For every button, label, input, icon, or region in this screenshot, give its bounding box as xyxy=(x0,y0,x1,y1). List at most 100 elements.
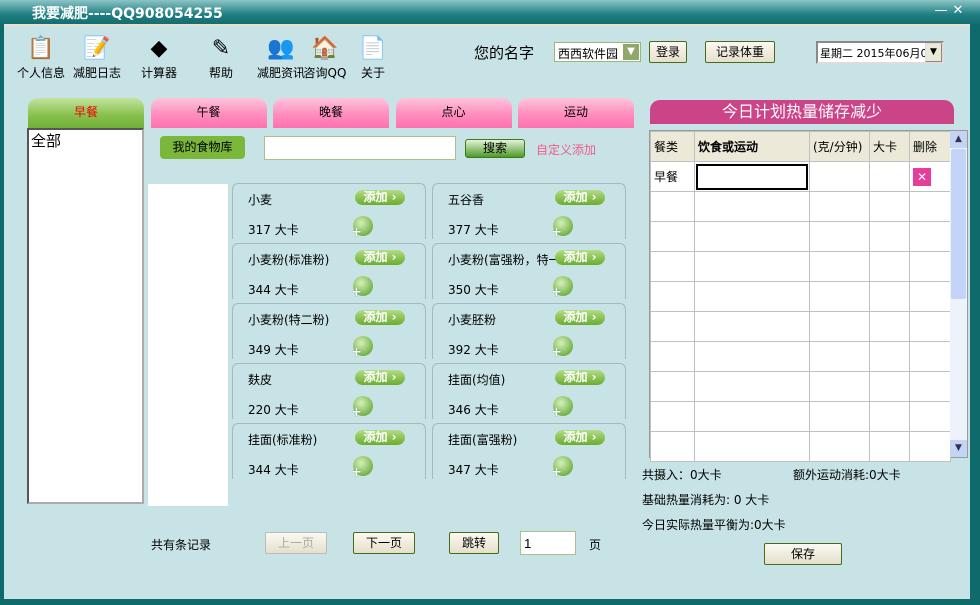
add-to-library-icon[interactable]: + xyxy=(551,216,573,240)
toolbar-label: 关于 xyxy=(360,66,385,80)
plan-scrollbar[interactable]: ▲ ▼ xyxy=(950,131,967,457)
plan-row-empty xyxy=(650,431,951,462)
add-to-library-icon[interactable]: + xyxy=(551,336,573,360)
login-button[interactable]: 登录 xyxy=(649,41,687,63)
page-input[interactable] xyxy=(520,531,576,555)
search-button[interactable]: 搜索 xyxy=(465,139,525,158)
add-food-button[interactable]: 添加 › xyxy=(555,310,605,325)
title-bar: 我要减肥----QQ908054255 — ✕ xyxy=(0,0,980,24)
add-food-button[interactable]: 添加 › xyxy=(355,430,405,445)
food-card: 小麦粉(富强粉，特一粉) 添加 › 350 大卡 + xyxy=(432,243,626,300)
custom-add-link[interactable]: 自定义添加 xyxy=(536,141,596,158)
tab-3[interactable]: 点心 xyxy=(395,98,512,128)
kcal-cell xyxy=(869,161,910,192)
plan-row-empty xyxy=(650,281,951,312)
add-to-library-icon[interactable]: + xyxy=(351,216,373,240)
plan-row-empty xyxy=(650,191,951,222)
add-food-button[interactable]: 添加 › xyxy=(355,310,405,325)
add-food-button[interactable]: 添加 › xyxy=(355,250,405,265)
scroll-down-icon[interactable]: ▼ xyxy=(950,440,967,457)
food-name: 挂面(标准粉) xyxy=(248,433,318,447)
amount-cell[interactable] xyxy=(809,161,870,192)
next-page-button[interactable]: 下一页 xyxy=(353,532,415,554)
toolbar-diary-button[interactable]: 📝 减肥日志 xyxy=(68,34,126,81)
date-value: 星期二 2015年06月0 xyxy=(820,47,928,60)
tab-2[interactable]: 晚餐 xyxy=(273,98,389,128)
plan-row-empty xyxy=(650,341,951,372)
add-to-library-icon[interactable]: + xyxy=(551,276,573,300)
food-kcal: 346 大卡 xyxy=(448,403,499,417)
tab-1[interactable]: 午餐 xyxy=(150,98,267,128)
my-food-library-button[interactable]: 我的食物库 xyxy=(160,136,245,159)
record-weight-button[interactable]: 记录体重 xyxy=(705,41,775,63)
food-name: 挂面(富强粉) xyxy=(448,433,518,447)
category-list[interactable]: 全部 xyxy=(27,128,144,504)
food-card: 小麦粉(特二粉) 添加 › 349 大卡 + xyxy=(232,303,426,360)
food-card: 五谷香 添加 › 377 大卡 + xyxy=(432,183,626,240)
food-name: 小麦粉(标准粉) xyxy=(248,253,330,267)
delete-icon[interactable]: ✕ xyxy=(913,167,931,186)
add-food-button[interactable]: 添加 › xyxy=(555,370,605,385)
search-input[interactable] xyxy=(264,136,456,160)
toolbar-person-info-button[interactable]: 📋 个人信息 xyxy=(12,34,70,81)
add-to-library-icon[interactable]: + xyxy=(351,336,373,360)
calculator-icon: ◆ xyxy=(150,36,168,61)
toolbar-label: 个人信息 xyxy=(16,66,65,80)
toolbar-help-button[interactable]: ✎ 帮助 xyxy=(192,34,250,81)
meal-cell: 早餐 xyxy=(650,161,695,192)
add-food-button[interactable]: 添加 › xyxy=(355,190,405,205)
add-food-button[interactable]: 添加 › xyxy=(555,190,605,205)
food-card: 挂面(均值) 添加 › 346 大卡 + xyxy=(432,363,626,420)
plan-row-empty xyxy=(650,221,951,252)
add-food-button[interactable]: 添加 › xyxy=(355,370,405,385)
add-to-library-icon[interactable]: + xyxy=(551,456,573,480)
item-cell-editor[interactable] xyxy=(696,163,808,190)
column-header: 饮食或运动 xyxy=(694,131,810,162)
food-card: 小麦胚粉 添加 › 392 大卡 + xyxy=(432,303,626,360)
extra-exercise: 额外运动消耗:0大卡 xyxy=(793,468,901,482)
name-select-value: 西西软件园 xyxy=(558,47,619,61)
chevron-down-icon: ▼ xyxy=(623,44,639,60)
food-card: 小麦粉(标准粉) 添加 › 344 大卡 + xyxy=(232,243,426,300)
plan-header-row: 餐类 饮食或运动 (克/分钟) 大卡 删除 xyxy=(650,131,951,162)
record-count: 共有条记录 xyxy=(151,538,212,552)
toolbar-about-button[interactable]: 📄 关于 xyxy=(344,34,402,81)
name-label: 您的名字 xyxy=(474,44,535,62)
close-button[interactable]: ✕ xyxy=(947,3,969,20)
date-picker[interactable]: 星期二 2015年06月0 ▼ xyxy=(816,41,944,64)
scroll-thumb[interactable] xyxy=(951,149,966,299)
help-icon: ✎ xyxy=(211,36,231,61)
tab-4[interactable]: 运动 xyxy=(518,98,634,128)
column-header: (克/分钟) xyxy=(809,131,870,162)
category-item-all[interactable]: 全部 xyxy=(29,130,142,151)
plan-row-empty xyxy=(650,311,951,342)
add-to-library-icon[interactable]: + xyxy=(551,396,573,420)
column-header: 删除 xyxy=(909,131,951,162)
add-to-library-icon[interactable]: + xyxy=(351,396,373,420)
add-food-button[interactable]: 添加 › xyxy=(555,250,605,265)
prev-page-button[interactable]: 上一页 xyxy=(265,532,327,554)
tab-0[interactable]: 早餐 xyxy=(28,98,144,128)
toolbar-label: 计算器 xyxy=(140,66,177,80)
scroll-up-icon[interactable]: ▲ xyxy=(950,131,967,148)
plan-row: 早餐 ✕ xyxy=(650,161,951,192)
food-card: 挂面(标准粉) 添加 › 344 大卡 + xyxy=(232,423,426,480)
main-client: 📋 个人信息 📝 减肥日志 ◆ 计算器 ✎ 帮助 👥 减肥资讯 🏠 咨询QQ 📄 关于 您的名字 西西软件… xyxy=(4,24,970,599)
save-button[interactable]: 保存 xyxy=(764,543,842,565)
name-select[interactable]: 西西软件园 ▼ xyxy=(554,42,641,62)
food-name: 小麦胚粉 xyxy=(448,313,497,327)
plan-grid: 餐类 饮食或运动 (克/分钟) 大卡 删除 早餐 ✕ ▲ ▼ xyxy=(649,130,968,462)
food-kcal: 344 大卡 xyxy=(248,463,299,477)
food-name: 挂面(均值) xyxy=(448,373,506,387)
news-icon: 👥 xyxy=(267,36,295,61)
toolbar-calculator-button[interactable]: ◆ 计算器 xyxy=(130,34,188,81)
food-kcal: 349 大卡 xyxy=(248,343,299,357)
add-to-library-icon[interactable]: + xyxy=(351,456,373,480)
add-to-library-icon[interactable]: + xyxy=(351,276,373,300)
food-name: 五谷香 xyxy=(448,193,485,207)
diary-icon: 📝 xyxy=(83,36,111,61)
food-kcal: 392 大卡 xyxy=(448,343,499,357)
add-food-button[interactable]: 添加 › xyxy=(555,430,605,445)
jump-button[interactable]: 跳转 xyxy=(449,532,499,554)
food-kcal: 317 大卡 xyxy=(248,223,299,237)
